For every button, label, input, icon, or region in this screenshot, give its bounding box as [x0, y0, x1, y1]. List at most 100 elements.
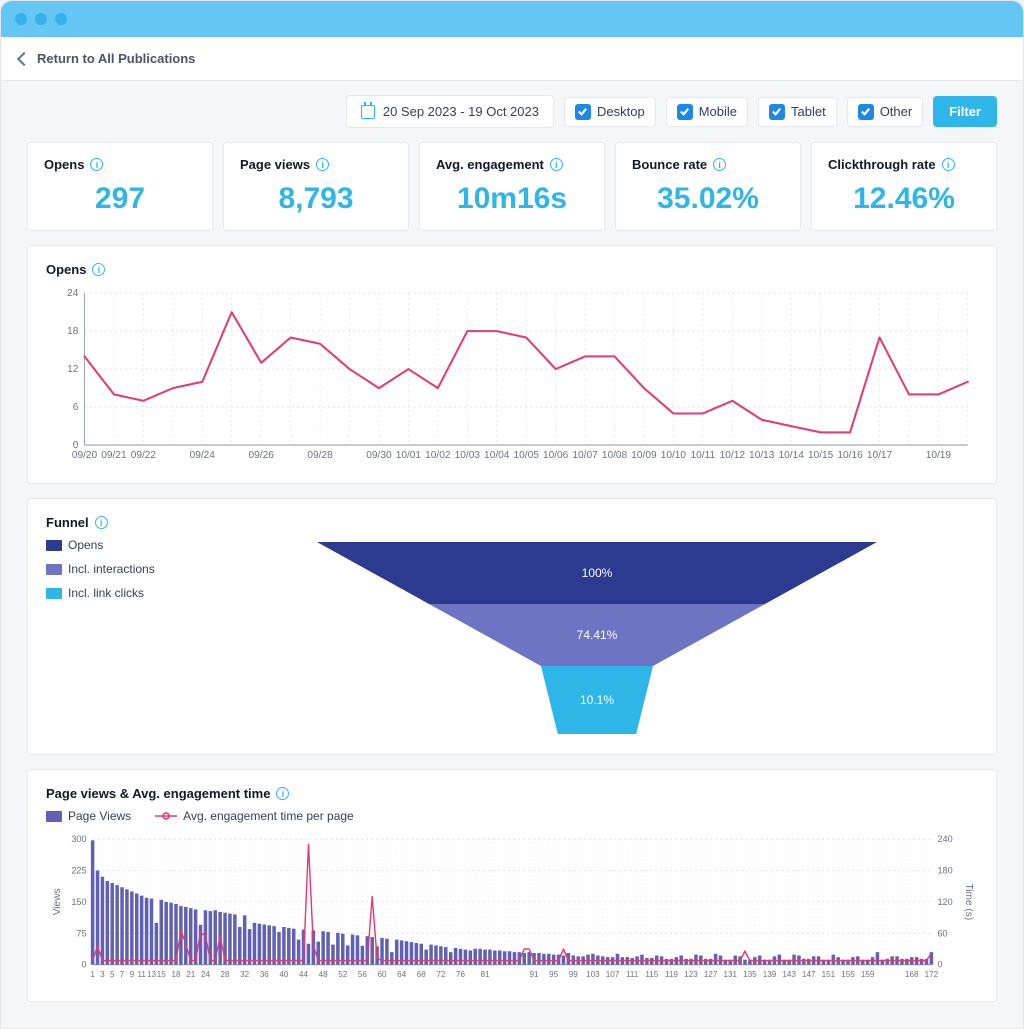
svg-text:60: 60: [937, 929, 947, 939]
checkbox-other[interactable]: Other: [847, 97, 924, 127]
svg-text:6: 6: [73, 402, 79, 413]
chevron-left-icon: [17, 51, 31, 65]
svg-text:10/19: 10/19: [926, 450, 952, 461]
pv-chart-title: Page views & Avg. engagement time: [46, 786, 270, 801]
svg-text:10/17: 10/17: [867, 450, 893, 461]
kpi-views-value: 8,793: [240, 182, 392, 216]
calendar-icon: [361, 105, 375, 119]
svg-text:10/01: 10/01: [396, 450, 422, 461]
svg-text:240: 240: [937, 834, 952, 844]
svg-text:10/02: 10/02: [425, 450, 451, 461]
svg-text:300: 300: [71, 834, 86, 844]
opens-chart-title: Opens: [46, 262, 86, 277]
svg-text:24: 24: [67, 288, 79, 299]
check-icon: [575, 104, 591, 120]
pv-legend-line: Avg. engagement time per page: [183, 809, 354, 823]
svg-text:10/07: 10/07: [572, 450, 598, 461]
filter-button[interactable]: Filter: [933, 96, 997, 127]
svg-text:100%: 100%: [582, 566, 613, 580]
svg-text:10.1%: 10.1%: [580, 693, 614, 707]
kpi-ctr-label: Clickthrough rate: [828, 157, 936, 172]
panel-opens-chart: Opensi 0612182409/2009/2109/2209/2409/26…: [27, 245, 997, 484]
check-icon: [677, 104, 693, 120]
kpi-engage-value: 10m16s: [436, 182, 588, 216]
svg-text:0: 0: [937, 960, 942, 970]
kpi-opens-label: Opens: [44, 157, 84, 172]
breadcrumb-bar: Return to All Publications: [1, 37, 1023, 81]
svg-text:10/13: 10/13: [749, 450, 775, 461]
funnel-chart: 100% 74.41% 10.1%: [287, 538, 907, 738]
svg-text:09/22: 09/22: [131, 450, 157, 461]
svg-text:09/28: 09/28: [307, 450, 333, 461]
svg-text:150: 150: [71, 897, 86, 907]
info-icon[interactable]: i: [550, 158, 563, 171]
checkbox-mobile-label: Mobile: [699, 104, 737, 119]
info-icon[interactable]: i: [713, 158, 726, 171]
info-icon[interactable]: i: [276, 787, 289, 800]
panel-pageviews-chart: Page views & Avg. engagement time i Page …: [27, 769, 997, 1002]
svg-text:10/11: 10/11: [691, 450, 716, 461]
svg-text:180: 180: [937, 866, 952, 876]
svg-text:10/14: 10/14: [779, 450, 805, 461]
kpi-opens-value: 297: [44, 182, 196, 216]
svg-text:225: 225: [71, 866, 86, 876]
panel-funnel: Funneli Opens Incl. interactions Incl. l…: [27, 498, 997, 755]
checkbox-tablet[interactable]: Tablet: [758, 97, 837, 127]
info-icon[interactable]: i: [942, 158, 955, 171]
svg-text:18: 18: [67, 326, 79, 337]
svg-text:09/24: 09/24: [190, 450, 216, 461]
kpi-opens: Opensi 297: [27, 142, 213, 231]
window-dot-1: [15, 13, 27, 25]
filter-controls: 20 Sep 2023 - 19 Oct 2023 Desktop Mobile…: [1, 81, 1023, 128]
checkbox-mobile[interactable]: Mobile: [666, 97, 748, 127]
funnel-legend: Opens Incl. interactions Incl. link clic…: [46, 538, 186, 738]
svg-text:120: 120: [937, 897, 952, 907]
date-range-label: 20 Sep 2023 - 19 Oct 2023: [383, 104, 539, 119]
checkbox-tablet-label: Tablet: [791, 104, 826, 119]
swatch-line-icon: [155, 811, 177, 821]
swatch-indigo: [46, 564, 62, 575]
svg-text:74.41%: 74.41%: [577, 628, 618, 642]
svg-text:09/26: 09/26: [249, 450, 275, 461]
svg-text:10/05: 10/05: [514, 450, 540, 461]
swatch-cyan: [46, 588, 62, 599]
app-frame: Return to All Publications 20 Sep 2023 -…: [0, 0, 1024, 1029]
funnel-legend-clicks: Incl. link clicks: [68, 586, 144, 600]
pv-legend-bars: Page Views: [68, 809, 131, 823]
kpi-bounce-label: Bounce rate: [632, 157, 707, 172]
pageviews-chart: 075150225300060120180240ViewsTime (s)135…: [46, 833, 978, 985]
window-titlebar: [1, 1, 1023, 37]
return-link[interactable]: Return to All Publications: [19, 51, 195, 66]
svg-text:10/16: 10/16: [837, 450, 863, 461]
kpi-row: Opensi 297 Page viewsi 8,793 Avg. engage…: [27, 142, 997, 231]
svg-text:10/12: 10/12: [720, 450, 746, 461]
kpi-page-views: Page viewsi 8,793: [223, 142, 409, 231]
info-icon[interactable]: i: [90, 158, 103, 171]
kpi-bounce-value: 35.02%: [632, 182, 784, 216]
window-dot-2: [35, 13, 47, 25]
svg-text:10/10: 10/10: [661, 450, 687, 461]
info-icon[interactable]: i: [95, 516, 108, 529]
svg-text:10/04: 10/04: [484, 450, 510, 461]
checkbox-other-label: Other: [880, 104, 913, 119]
info-icon[interactable]: i: [316, 158, 329, 171]
funnel-title: Funnel: [46, 515, 89, 530]
date-range-button[interactable]: 20 Sep 2023 - 19 Oct 2023: [346, 95, 554, 128]
kpi-engagement: Avg. engagement i 10m16s: [419, 142, 605, 231]
pv-legend: Page Views Avg. engagement time per page: [46, 809, 978, 823]
kpi-engage-label: Avg. engagement: [436, 157, 544, 172]
opens-chart: 0612182409/2009/2109/2209/2409/2609/2809…: [46, 285, 978, 467]
svg-text:09/30: 09/30: [366, 450, 392, 461]
svg-text:09/20: 09/20: [72, 450, 98, 461]
svg-text:10/06: 10/06: [543, 450, 569, 461]
checkbox-desktop[interactable]: Desktop: [564, 97, 656, 127]
funnel-legend-opens: Opens: [68, 538, 103, 552]
svg-text:10/09: 10/09: [631, 450, 657, 461]
info-icon[interactable]: i: [92, 263, 105, 276]
svg-text:75: 75: [76, 929, 86, 939]
return-link-label: Return to All Publications: [37, 51, 195, 66]
checkbox-desktop-label: Desktop: [597, 104, 645, 119]
svg-text:10/08: 10/08: [602, 450, 628, 461]
check-icon: [858, 104, 874, 120]
check-icon: [769, 104, 785, 120]
